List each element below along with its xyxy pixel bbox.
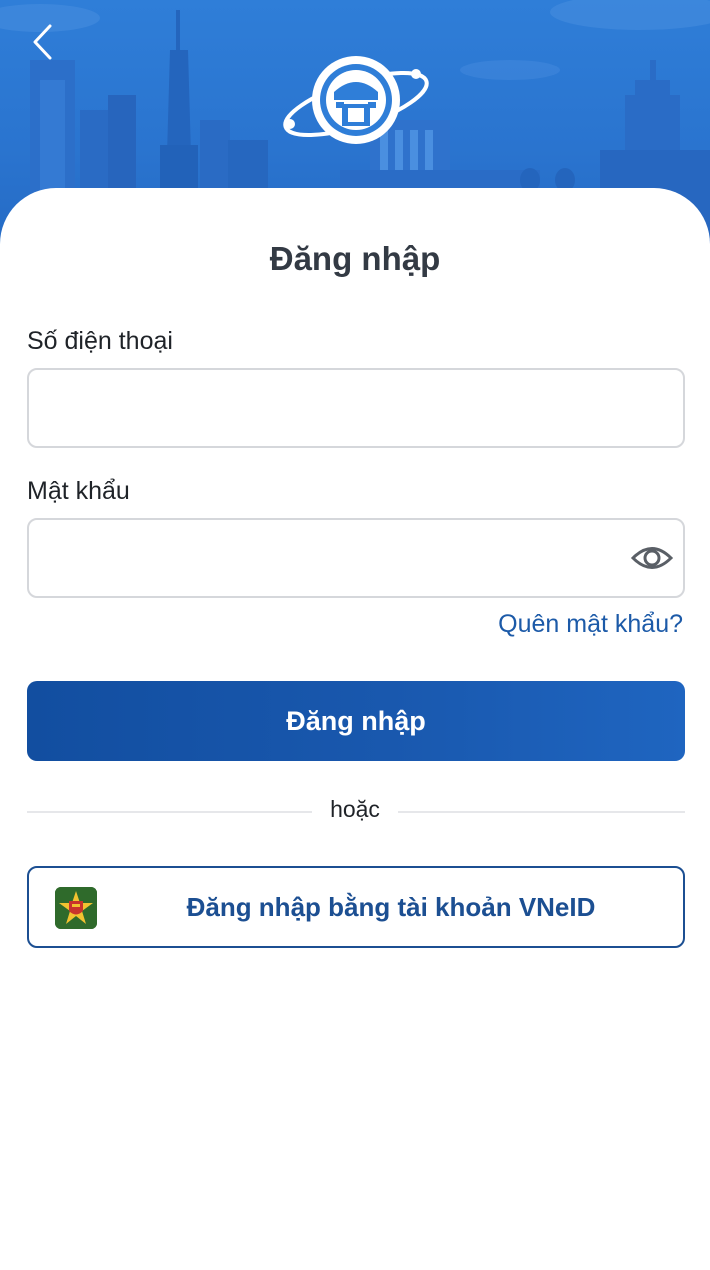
login-screen: Đăng nhập Số điện thoại Mật khẩu Quên mậ… [0, 0, 710, 1270]
divider-line-left [27, 811, 312, 813]
chevron-left-icon [33, 24, 52, 60]
back-button[interactable] [22, 20, 62, 64]
forgot-password-link[interactable]: Quên mật khẩu? [498, 610, 683, 639]
toggle-password-visibility-button[interactable] [628, 536, 676, 580]
vneid-logo-icon [55, 887, 97, 929]
vneid-button-label: Đăng nhập bằng tài khoản VNeID [186, 891, 596, 922]
login-button[interactable]: Đăng nhập [27, 681, 685, 761]
password-input[interactable] [27, 518, 685, 598]
hanoi-emblem-logo [283, 56, 429, 144]
divider-line-right [398, 811, 685, 813]
vneid-login-button[interactable]: Đăng nhập bằng tài khoản VNeID [27, 866, 685, 948]
eye-icon [631, 547, 673, 569]
password-label: Mật khẩu [27, 477, 130, 505]
phone-label: Số điện thoại [27, 327, 173, 355]
phone-input[interactable] [27, 368, 685, 448]
divider-or-text: hoặc [330, 796, 380, 822]
page-title: Đăng nhập [269, 240, 441, 277]
